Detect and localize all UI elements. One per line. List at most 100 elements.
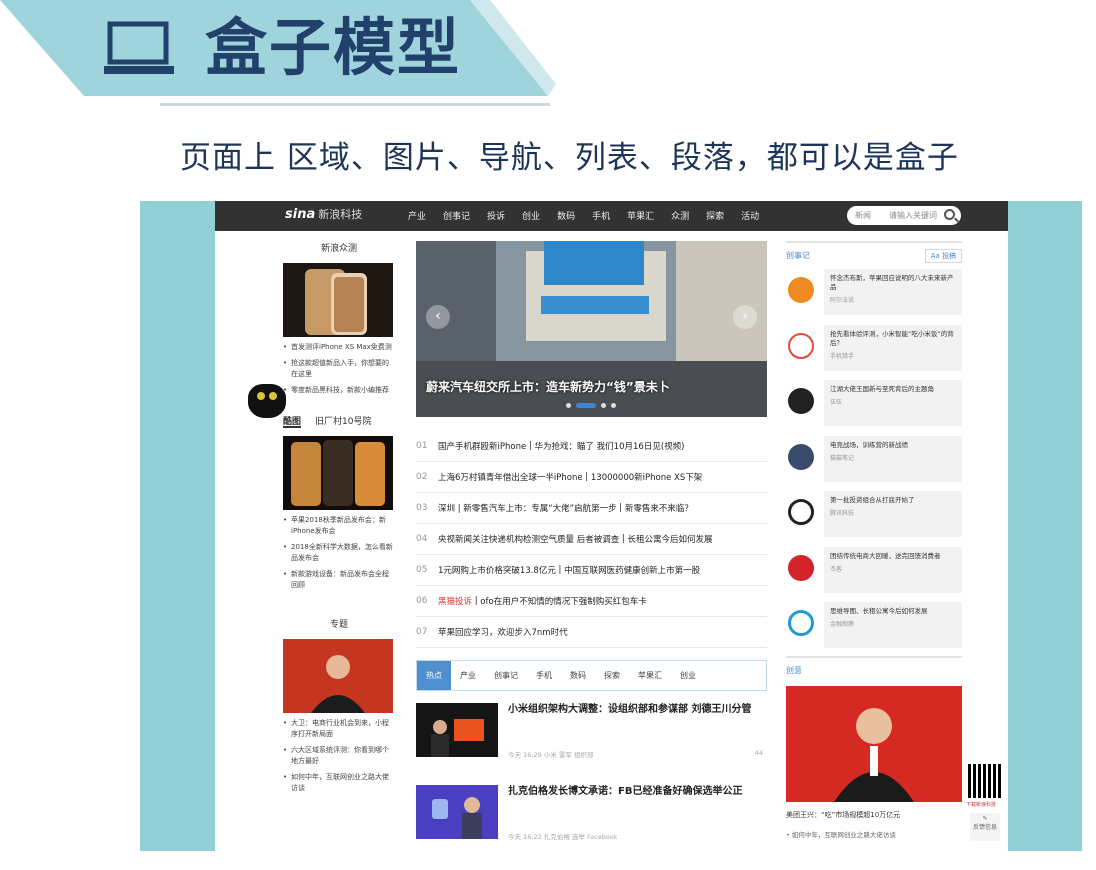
news-row[interactable]: 06 黑猫投诉 | ofo在用户不知情的情况下强制购买红包车卡 [416,586,767,617]
comment-count[interactable]: 44 [755,749,763,757]
feed-item[interactable]: 扎克伯格发长博文承诺：FB已经准备好确保选举公正 今天 16:22 扎克伯格 选… [416,785,767,851]
tab[interactable]: 产业 [451,670,485,681]
carousel-dots [566,403,616,408]
avatar[interactable] [788,499,814,525]
feed-tabs: 热点 产业 创事记 手机 数码 探索 苹果汇 创业 [416,660,767,691]
submit-button[interactable]: Aa 投稿 [924,249,962,263]
top-nav-bar: sina 新浪科技 产业 创事记 投诉 创业 数码 手机 苹果汇 众测 探索 活动… [215,201,1008,231]
list-item[interactable]: 团结传统电商大回暖，送完回馈消费者 杰客 [786,543,962,599]
avatar[interactable] [788,277,814,303]
slide-subtitle: 页面上 区域、图片、导航、列表、段落，都可以是盒子 [180,140,959,176]
nav-menu: 产业 创事记 投诉 创业 数码 手机 苹果汇 众测 探索 活动 [408,209,776,222]
nav-item[interactable]: 投诉 [487,209,505,222]
avatar[interactable] [788,610,814,636]
search-placeholder: 请输入关键词 [889,211,937,220]
phones-thumbnail[interactable] [283,436,393,510]
list-item[interactable]: • 如何中年，互联网创业之路大佬访谈 [786,829,962,839]
tab[interactable]: 手机 [527,670,561,681]
nav-item[interactable]: 创事记 [443,209,470,222]
avatar[interactable] [788,554,814,581]
list-item[interactable]: 六大区域系统评测：你看到哪个地方最好 [283,745,395,767]
list-item[interactable]: 大卫：电商行业机会到来，小程序打开新局面 [283,718,395,740]
right-column: 创事记 Aa 投稿 怀念杰布斯，苹果回应说明的八大未来新产品 阿尔法说 抢先看体验… [786,241,962,839]
laptop-icon [104,20,174,80]
top-news-list: 01 国产手机群殴新iPhone | 华为抢戏：瞄了 我们10月16日见(视频) … [416,431,767,648]
carousel-prev-icon[interactable]: ‹ [426,305,450,329]
facebook-photo[interactable] [416,785,498,839]
tab[interactable]: 创业 [671,670,705,681]
tab[interactable]: 探索 [595,670,629,681]
section-title: 专题 [329,620,348,630]
iphone-thumbnail[interactable] [283,263,393,337]
left-column: 新浪众测 首发测评iPhone XS Max免费测 抢这款超值新品入手，你想要的… [283,241,395,794]
speaker-thumbnail[interactable] [283,639,393,713]
carousel-dot[interactable] [576,403,596,408]
nav-item[interactable]: 手机 [592,209,610,222]
tab-jiuchang[interactable]: 旧厂村10号院 [315,414,371,428]
tab[interactable]: 苹果汇 [629,670,671,681]
list-item[interactable]: 零度新品黑科技，新款小编推荐 [283,385,395,396]
feed-meta: 今天 16:29 小米 雷军 组织部 44 [508,749,763,759]
feed-title[interactable]: 小米组织架构大调整：设组织部和参谋部 刘德王川分管 [508,703,763,717]
feed-item[interactable]: 小米组织架构大调整：设组织部和参谋部 刘德王川分管 今天 16:29 小米 雷军… [416,703,767,773]
feed-title[interactable]: 扎克伯格发长博文承诺：FB已经准备好确保选举公正 [508,785,763,799]
search-input[interactable]: 新闻 请输入关键词 [847,206,961,225]
news-row[interactable]: 01 国产手机群殴新iPhone | 华为抢戏：瞄了 我们10月16日见(视频) [416,431,767,462]
news-row[interactable]: 05 1元网购上市价格突破13.8亿元 | 中国互联网医药健康创新上市第一股 [416,555,767,586]
nav-item[interactable]: 苹果汇 [627,209,654,222]
section-title: 新浪众测 [320,244,357,254]
sina-logo[interactable]: sina 新浪科技 [285,206,362,222]
list-item[interactable]: 苹果2018秋季新品发布会：新iPhone发布会 [283,515,395,537]
list-item[interactable]: 首发测评iPhone XS Max免费测 [283,342,395,353]
slide-title: 盒子模型 [205,11,462,84]
list-item[interactable]: 如何中年，互联网创业之路大佬访谈 [283,772,395,794]
qr-label: 下载新浪科技 [966,802,997,808]
avatar[interactable] [788,388,814,414]
list-item[interactable]: 第一批投资组合从打底开始了 腾讯科技 [786,487,962,543]
photo-caption[interactable]: 美团王兴：“吃”市场规模超10万亿元 [786,810,962,820]
news-row[interactable]: 02 上海6万村镇青年借出全球一半iPhone | 13000000新iPhone… [416,462,767,493]
avatar[interactable] [788,443,814,470]
nav-item[interactable]: 产业 [408,209,426,222]
list-item[interactable]: 怀念杰布斯，苹果回应说明的八大未来新产品 阿尔法说 [786,265,962,321]
list-item[interactable]: 抢这款超值新品入手，你想要的在这里 [283,358,395,380]
nav-item[interactable]: 创业 [522,209,540,222]
list-item[interactable]: 江湖大佬王国新与至死背后的主题角 伍伍 [786,376,962,432]
list-item[interactable]: 电竞战场，训练营的新战绩 猫猫笔记 [786,432,962,488]
carousel-next-icon[interactable]: › [733,305,757,329]
nav-item[interactable]: 数码 [557,209,575,222]
nav-item[interactable]: 探索 [706,209,724,222]
nav-item[interactable]: 众测 [671,209,689,222]
tab-kutu[interactable]: 酷图 [283,414,302,428]
news-row[interactable]: 07 苹果回应学习，欢迎步入7nm时代 [416,617,767,648]
feedback-button[interactable]: ✎ 反馈信息 [970,813,1000,841]
feed-meta: 今天 16:22 扎克伯格 选举 Facebook [508,833,618,841]
search-icon[interactable] [944,209,955,220]
carousel-dot[interactable] [611,403,616,408]
search-scope[interactable]: 新闻 [855,210,871,221]
hero-carousel[interactable]: ‹ › 蔚来汽车纽交所上市：造车新势力“钱”景未卜 [416,241,767,417]
tab[interactable]: 数码 [561,670,595,681]
qr-code[interactable] [966,762,1004,800]
news-row[interactable]: 03 深圳 | 新零售汽车上市：专属“大佬”启航第一步 | 新零售来不来临？ [416,493,767,524]
title-rule [160,103,550,106]
column-head: 创事记 Aa 投稿 [786,241,962,265]
xiaomi-photo[interactable] [416,703,498,757]
hero-caption[interactable]: 蔚来汽车纽交所上市：造车新势力“钱”景未卜 [426,378,670,395]
nav-item[interactable]: 活动 [741,209,759,222]
list-item[interactable]: 新款游戏设备：新品发布会全程回顾 [283,569,395,591]
list-item[interactable]: 2018全新科学大数据，怎么看新品发布会 [283,542,395,564]
sina-tech-page: sina 新浪科技 产业 创事记 投诉 创业 数码 手机 苹果汇 众测 探索 活动… [215,201,1008,851]
list-item[interactable]: 抢先看体验评测，小米智能“吃小米饭”的背后？ 手机猎手 [786,321,962,377]
tab-hot[interactable]: 热点 [417,661,451,690]
center-column: ‹ › 蔚来汽车纽交所上市：造车新势力“钱”景未卜 01 国产手机群殴新iPhon… [416,241,767,851]
list-item[interactable]: 思维导图、长租公寓今后如何发展 金融观察 [786,598,962,654]
carousel-dot[interactable] [601,403,606,408]
news-row[interactable]: 04 央视新闻关注快递机构检测空气质量 后者被调查 | 长租公寓今后如何发展 [416,524,767,555]
carousel-dot[interactable] [566,403,571,408]
cat-mascot-icon[interactable] [248,384,286,418]
avatar[interactable] [788,332,814,359]
wangxing-photo[interactable] [786,685,962,802]
column-head: 创意 [786,655,962,680]
tab[interactable]: 创事记 [485,670,527,681]
